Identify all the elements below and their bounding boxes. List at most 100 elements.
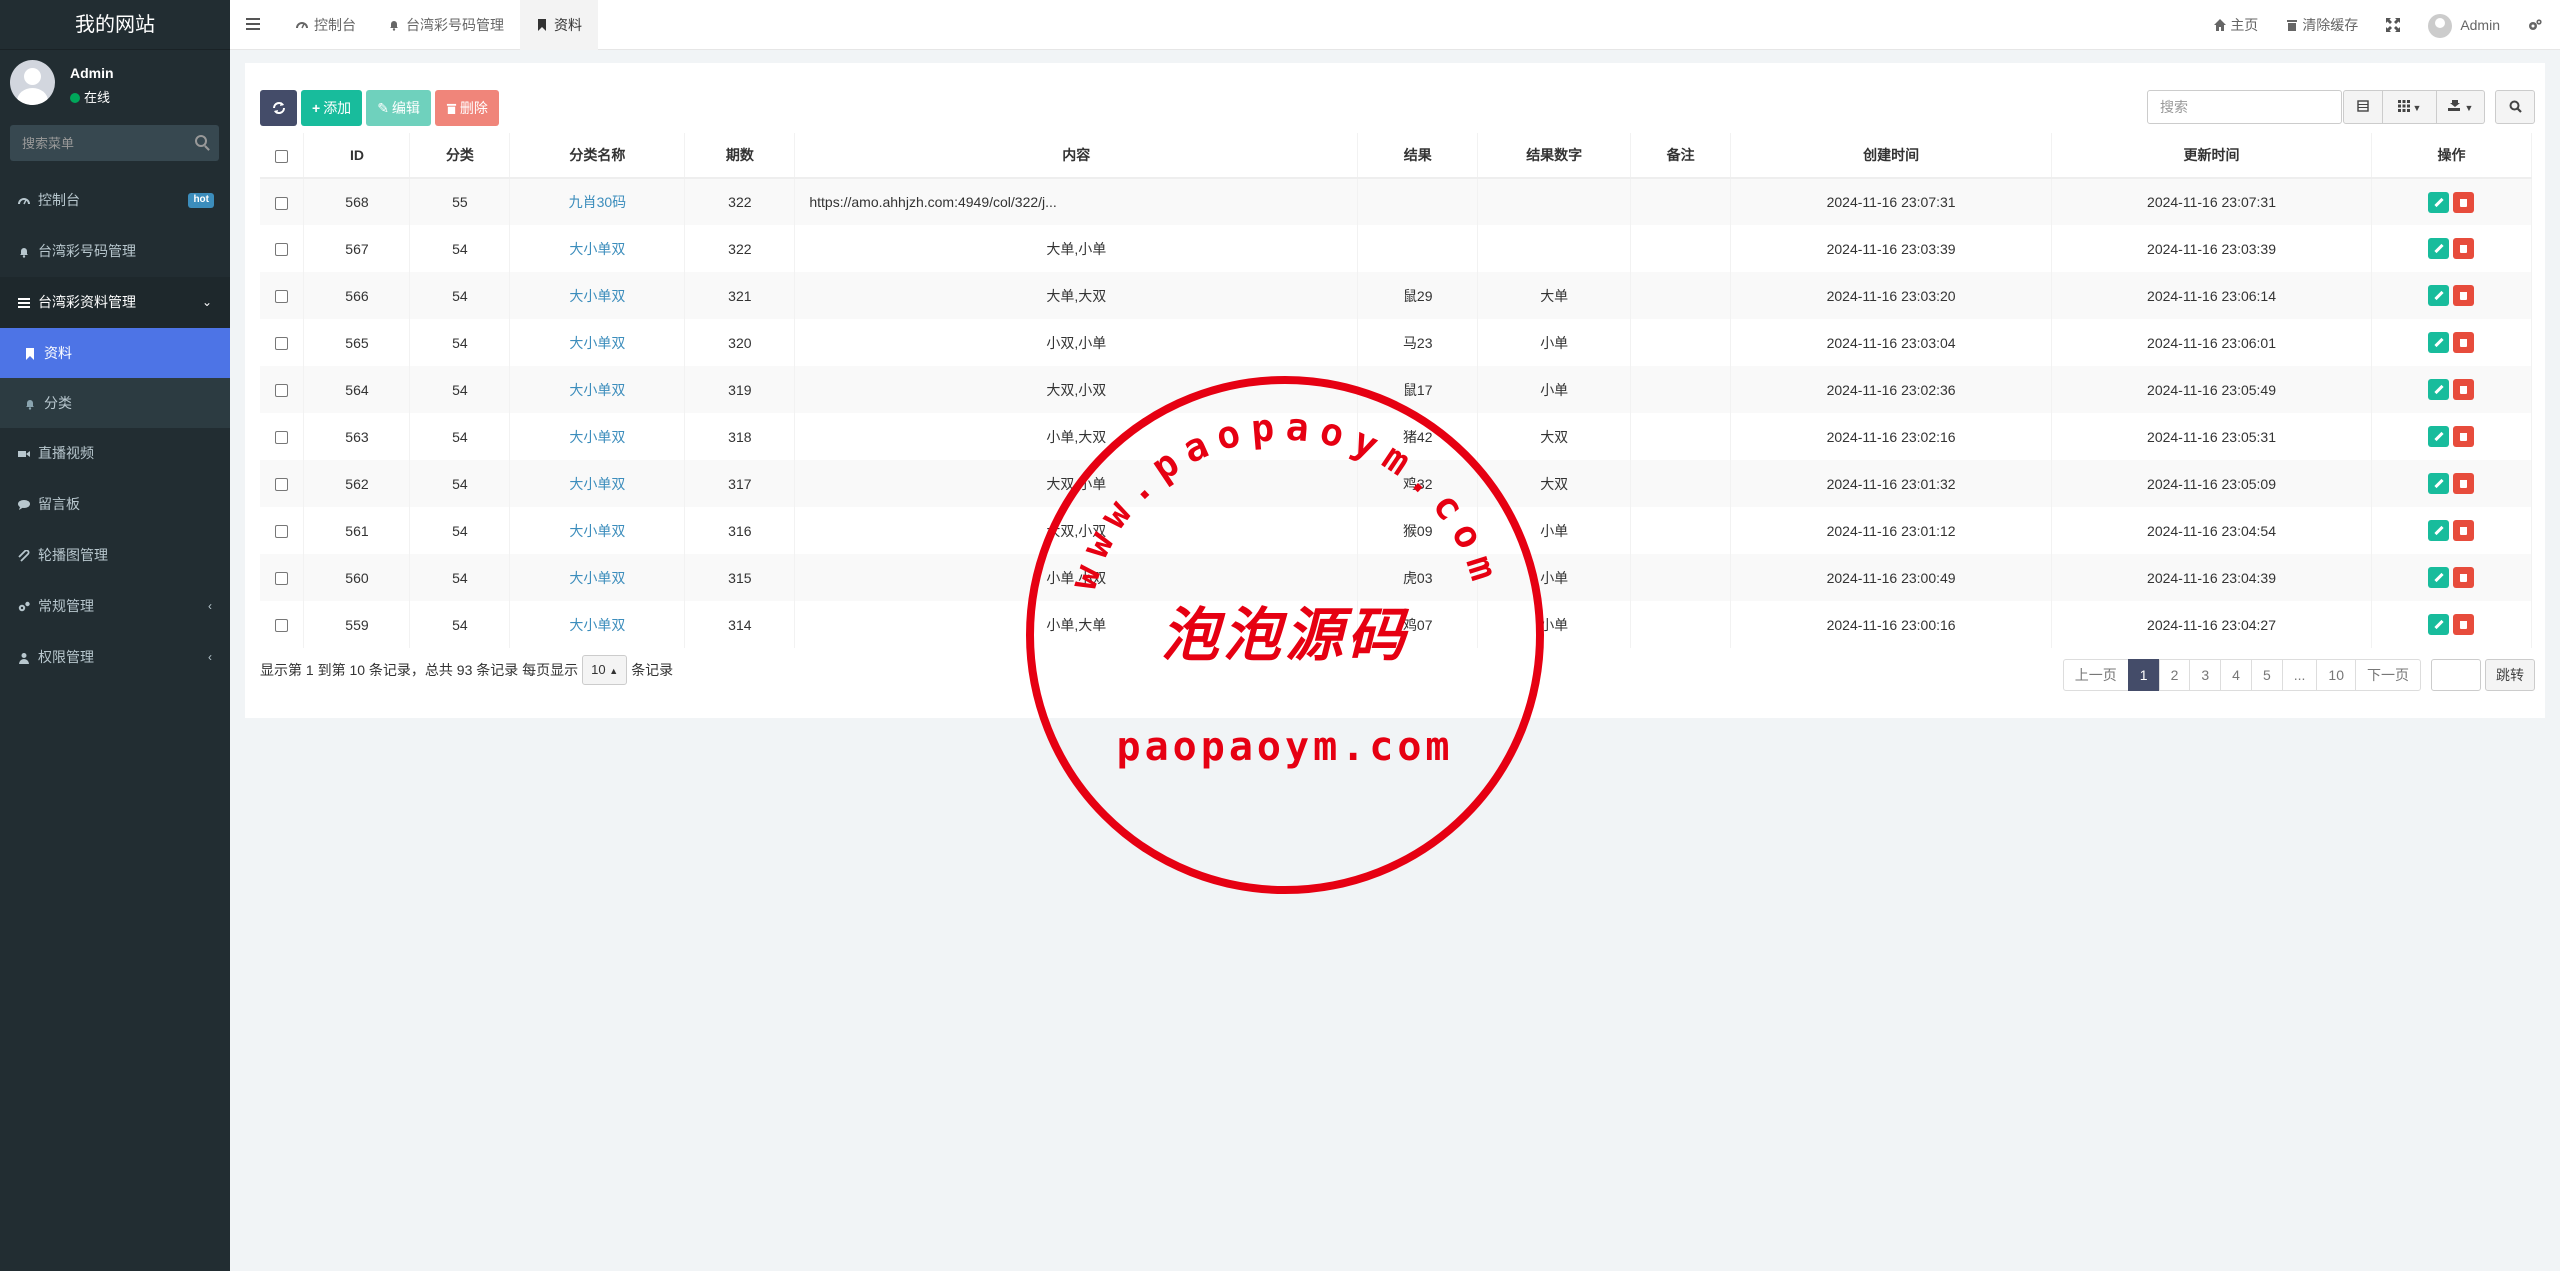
row-checkbox[interactable]	[275, 243, 289, 257]
row-edit-button[interactable]	[2428, 426, 2450, 447]
column-header[interactable]: 结果	[1357, 133, 1479, 179]
sidebar-item-carousel[interactable]: 轮播图管理	[0, 530, 230, 581]
row-edit-button[interactable]	[2428, 614, 2450, 635]
page-button[interactable]: 3	[2189, 659, 2222, 691]
refresh-button[interactable]	[260, 90, 297, 126]
row-delete-button[interactable]	[2453, 191, 2475, 213]
row-checkbox[interactable]	[275, 337, 289, 351]
sidebar-item-general[interactable]: 常规管理 ‹	[0, 581, 230, 632]
home-link[interactable]: 主页	[2200, 0, 2272, 50]
row-checkbox[interactable]	[275, 196, 289, 210]
page-button[interactable]: 4	[2220, 659, 2252, 691]
pagination-summary: 显示第 1 到第 10 条记录，总共 93 条记录 每页显示	[260, 662, 579, 678]
jump-page-input[interactable]	[2431, 659, 2481, 691]
table-search-input[interactable]	[2148, 91, 2341, 123]
row-delete-button[interactable]	[2453, 238, 2475, 259]
row-checkbox[interactable]	[275, 431, 289, 445]
user-menu[interactable]: Admin	[2414, 0, 2514, 50]
row-edit-button[interactable]	[2428, 191, 2450, 213]
row-delete-button[interactable]	[2453, 520, 2475, 541]
cell-category-name-link[interactable]: 大小单双	[509, 601, 686, 648]
row-checkbox[interactable]	[275, 384, 289, 398]
search-toggle-button[interactable]	[2495, 90, 2535, 124]
cell-category-name-link[interactable]: 大小单双	[509, 319, 686, 366]
row-edit-button[interactable]	[2428, 473, 2450, 494]
toggle-view-button[interactable]	[2343, 90, 2383, 124]
sidebar-item-permission[interactable]: 权限管理 ‹	[0, 632, 230, 683]
sidebar-item-live-video[interactable]: 直播视频	[0, 428, 230, 479]
edit-button[interactable]: ✎ 编辑	[366, 90, 431, 126]
search-icon[interactable]	[195, 135, 207, 147]
row-checkbox[interactable]	[275, 525, 289, 539]
row-delete-button[interactable]	[2453, 332, 2475, 353]
cell-category-name-link[interactable]: 大小单双	[509, 554, 686, 601]
column-header[interactable]: 分类名称	[509, 133, 686, 179]
row-edit-button[interactable]	[2428, 285, 2450, 306]
row-edit-button[interactable]	[2428, 567, 2450, 588]
row-delete-button[interactable]	[2453, 379, 2475, 400]
page-button[interactable]: 5	[2250, 659, 2283, 691]
menu-toggle-icon[interactable]	[246, 18, 260, 30]
cell-category-name-link[interactable]: 九肖30码	[509, 178, 686, 225]
sidebar-item-data-manage[interactable]: 台湾彩资料管理 ⌄	[0, 277, 230, 328]
sidebar-item-category[interactable]: 分类	[0, 378, 230, 428]
columns-dropdown[interactable]: ▼	[2383, 90, 2437, 124]
row-delete-button[interactable]	[2453, 614, 2475, 635]
settings-button[interactable]	[2514, 0, 2560, 50]
row-checkbox[interactable]	[275, 290, 289, 304]
delete-button[interactable]: 删除	[434, 90, 499, 126]
row-edit-button[interactable]	[2428, 238, 2450, 259]
tab-dashboard[interactable]: 控制台	[280, 0, 372, 50]
column-header[interactable]: 期数	[684, 133, 796, 179]
sidebar-item-message-board[interactable]: 留言板	[0, 479, 230, 530]
clear-cache-button[interactable]: 清除缓存	[2272, 0, 2372, 50]
cell-updated-time: 2024-11-16 23:05:31	[2051, 413, 2372, 460]
column-header[interactable]: 创建时间	[1730, 133, 2053, 179]
cell-category-name-link[interactable]: 大小单双	[509, 272, 686, 319]
row-select-cell	[260, 460, 305, 507]
row-delete-button[interactable]	[2453, 285, 2475, 306]
cell-category-name-link[interactable]: 大小单双	[509, 225, 686, 272]
sidebar-item-number-manage[interactable]: 台湾彩号码管理	[0, 226, 230, 277]
column-header: 操作	[2371, 133, 2533, 179]
row-checkbox[interactable]	[275, 478, 289, 492]
row-checkbox[interactable]	[275, 572, 289, 586]
add-button[interactable]: + 添加	[301, 90, 363, 126]
cell-category-name-link[interactable]: 大小单双	[509, 460, 686, 507]
content-panel: +添加 ✎编辑 删除 ▼ ▼ ID 分类 分类名称 期数 内容 结果 结果数字 …	[245, 63, 2545, 718]
cell-category-name-link[interactable]: 大小单双	[509, 507, 686, 554]
page-size-select[interactable]: 10 ▲	[582, 655, 628, 685]
export-dropdown[interactable]: ▼	[2437, 90, 2485, 124]
column-header[interactable]: 结果数字	[1477, 133, 1632, 179]
sidebar-search-input[interactable]	[10, 125, 185, 161]
select-all-checkbox[interactable]	[275, 149, 289, 163]
cell-created-time: 2024-11-16 23:07:31	[1730, 178, 2053, 225]
column-header[interactable]: ID	[303, 133, 411, 179]
column-header[interactable]: 备注	[1630, 133, 1732, 179]
page-button[interactable]: 10	[2316, 659, 2356, 691]
tab-data[interactable]: 资料	[520, 0, 598, 50]
cell-category-name-link[interactable]: 大小单双	[509, 366, 686, 413]
row-edit-button[interactable]	[2428, 379, 2450, 400]
page-button[interactable]: 2	[2158, 659, 2191, 691]
cell-actions	[2371, 225, 2533, 272]
sidebar-item-data[interactable]: 资料	[0, 328, 230, 378]
cell-category-name-link[interactable]: 大小单双	[509, 413, 686, 460]
row-checkbox[interactable]	[275, 619, 289, 633]
page-button[interactable]: 1	[2127, 659, 2160, 691]
row-delete-button[interactable]	[2453, 473, 2475, 494]
next-page-button[interactable]: 下一页	[2355, 659, 2421, 691]
row-edit-button[interactable]	[2428, 520, 2450, 541]
tab-number-manage[interactable]: 台湾彩号码管理	[372, 0, 520, 50]
column-header[interactable]: 内容	[794, 133, 1359, 179]
sidebar-item-dashboard[interactable]: 控制台 hot	[0, 175, 230, 226]
jump-button[interactable]: 跳转	[2485, 659, 2535, 691]
column-header[interactable]: 分类	[409, 133, 511, 179]
fullscreen-button[interactable]	[2372, 0, 2414, 50]
prev-page-button[interactable]: 上一页	[2062, 659, 2129, 691]
row-delete-button[interactable]	[2453, 426, 2475, 447]
row-delete-button[interactable]	[2453, 567, 2475, 588]
site-brand[interactable]: 我的网站	[0, 0, 230, 50]
row-edit-button[interactable]	[2428, 332, 2450, 353]
column-header[interactable]: 更新时间	[2051, 133, 2372, 179]
